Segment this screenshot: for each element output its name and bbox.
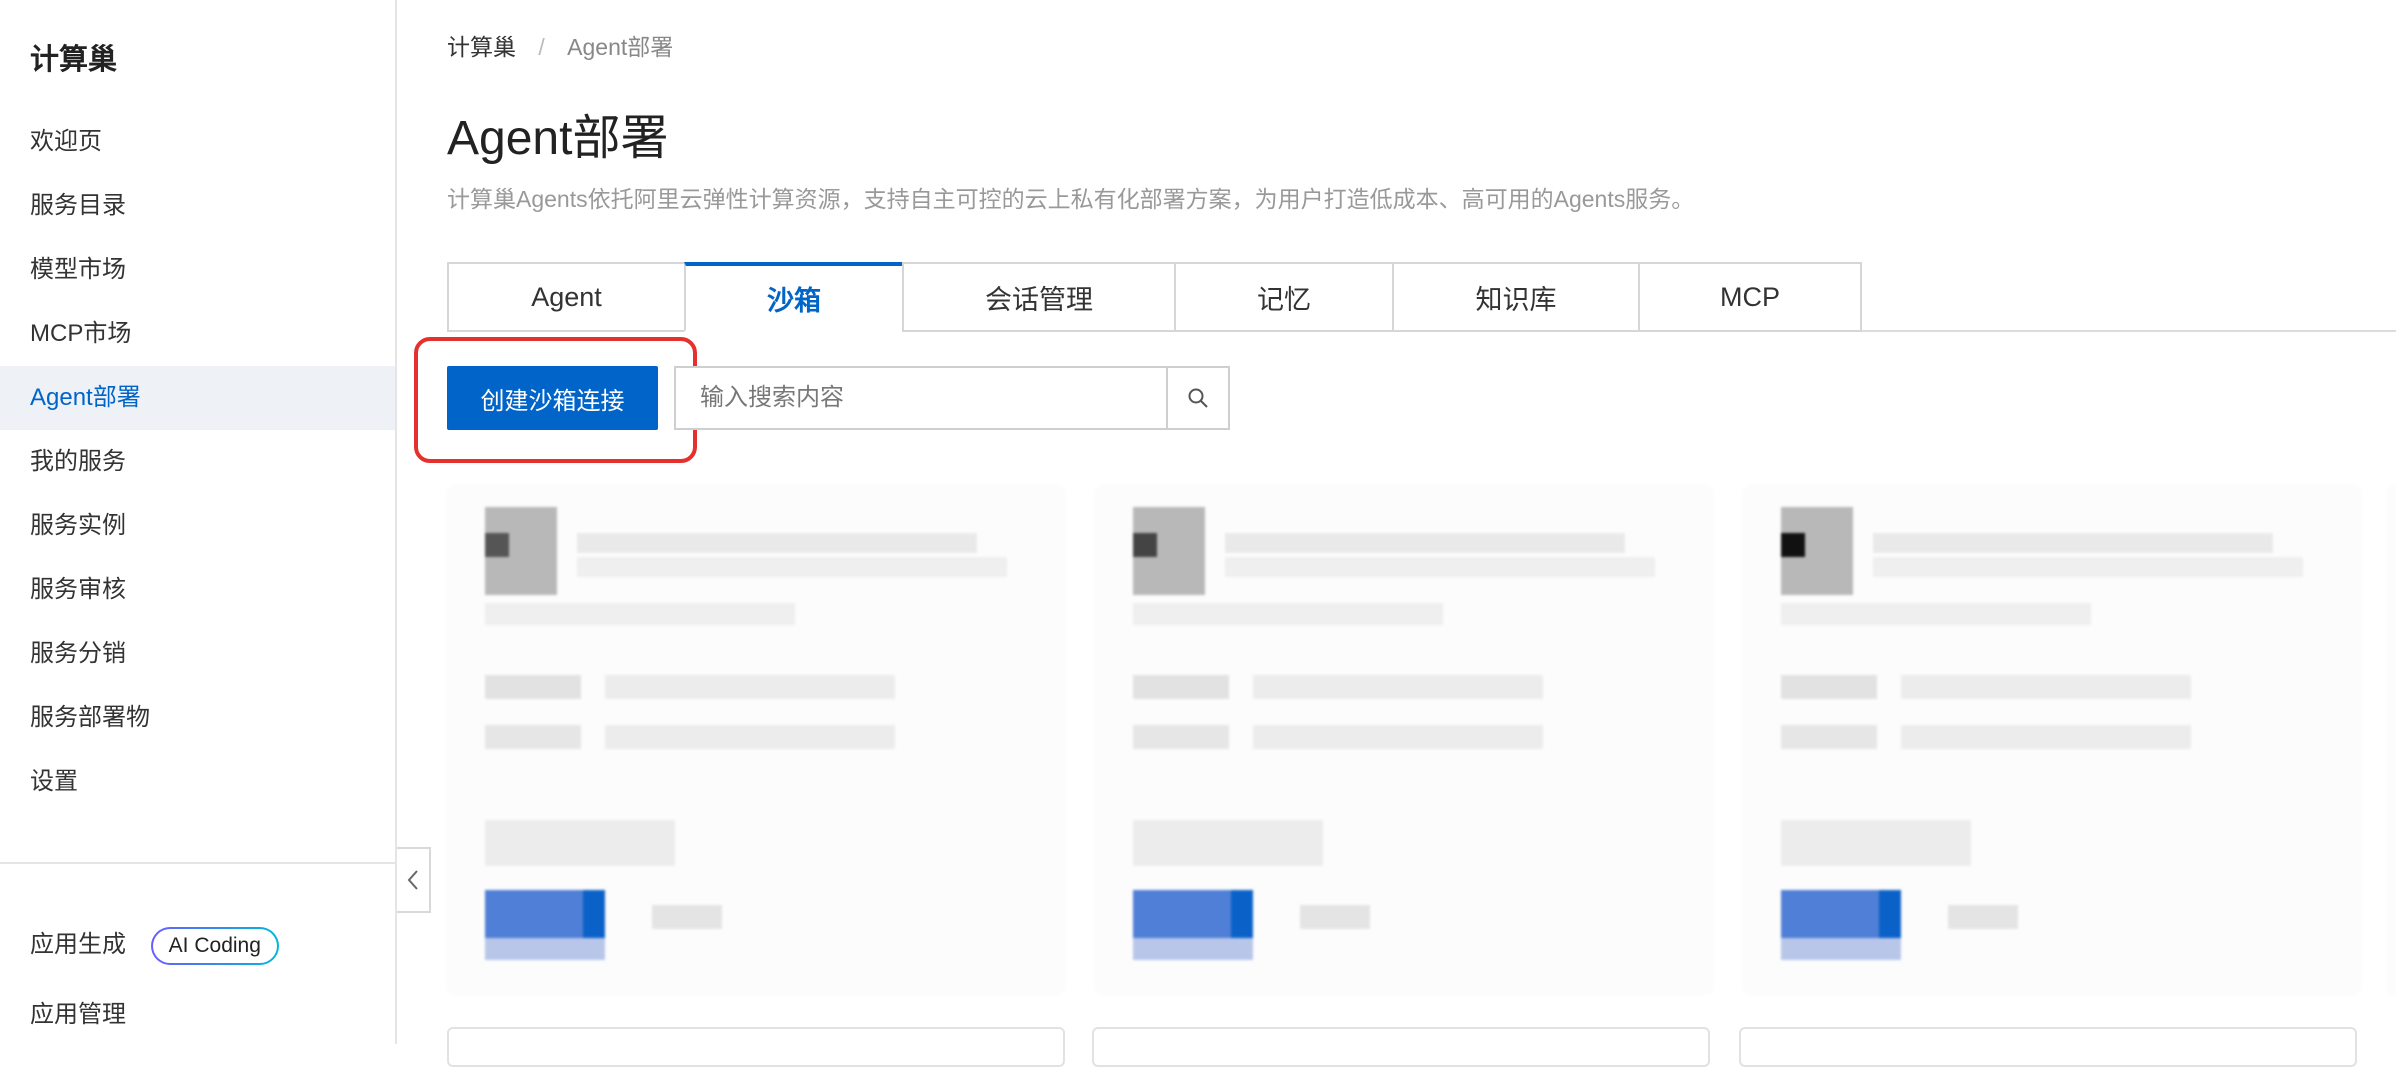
sidebar-item-service-artifacts[interactable]: 服务部署物 <box>0 686 395 750</box>
search-box <box>674 366 1230 430</box>
tab-knowledge-base[interactable]: 知识库 <box>1392 262 1638 332</box>
breadcrumb-separator: / <box>538 34 545 60</box>
sidebar-item-welcome[interactable]: 欢迎页 <box>0 110 395 174</box>
search-input[interactable] <box>676 368 1166 428</box>
sidebar-nav: 欢迎页 服务目录 模型市场 MCP市场 Agent部署 我的服务 服务实例 服务… <box>0 110 395 814</box>
sidebar-item-settings[interactable]: 设置 <box>0 750 395 814</box>
tab-mcp[interactable]: MCP <box>1638 262 1862 332</box>
sandbox-card[interactable] <box>1743 485 2361 995</box>
tab-session-management[interactable]: 会话管理 <box>902 262 1174 332</box>
sidebar-item-service-distribution[interactable]: 服务分销 <box>0 622 395 686</box>
breadcrumb-current: Agent部署 <box>567 34 674 60</box>
breadcrumb: 计算巢 / Agent部署 <box>447 28 673 62</box>
page-description: 计算巢Agents依托阿里云弹性计算资源，支持自主可控的云上私有化部署方案，为用… <box>447 186 1695 212</box>
sandbox-card[interactable] <box>447 1027 1065 1067</box>
tab-bar: Agent 沙箱 会话管理 记忆 知识库 MCP <box>447 262 1862 332</box>
sandbox-card[interactable] <box>1092 1027 1710 1067</box>
search-button[interactable] <box>1166 368 1228 428</box>
sandbox-card[interactable] <box>1739 1027 2357 1067</box>
search-icon <box>1188 388 1208 408</box>
sidebar-item-app-generation[interactable]: 应用生成 AI Coding <box>30 924 279 965</box>
sandbox-card-partial <box>2387 485 2396 995</box>
sidebar-item-mcp-market[interactable]: MCP市场 <box>0 302 395 366</box>
ai-coding-badge[interactable]: AI Coding <box>151 927 279 965</box>
page-title: Agent部署 <box>447 112 669 165</box>
brand-title: 计算巢 <box>30 44 118 76</box>
sandbox-card[interactable] <box>1095 485 1713 995</box>
sidebar-item-agent-deploy[interactable]: Agent部署 <box>0 366 395 430</box>
chevron-left-icon <box>407 870 418 890</box>
sidebar: 计算巢 欢迎页 服务目录 模型市场 MCP市场 Agent部署 我的服务 服务实… <box>0 0 397 1044</box>
tab-memory[interactable]: 记忆 <box>1174 262 1392 332</box>
sidebar-divider <box>0 862 395 864</box>
app-generation-label: 应用生成 <box>30 931 126 958</box>
main-content: 计算巢 / Agent部署 Agent部署 计算巢Agents依托阿里云弹性计算… <box>414 0 2396 1067</box>
sandbox-card[interactable] <box>447 485 1065 995</box>
sidebar-item-model-market[interactable]: 模型市场 <box>0 238 395 302</box>
sidebar-item-my-services[interactable]: 我的服务 <box>0 430 395 494</box>
sidebar-collapse-button[interactable] <box>397 847 431 913</box>
tab-sandbox[interactable]: 沙箱 <box>684 262 902 332</box>
sidebar-item-app-management[interactable]: 应用管理 <box>30 994 126 1029</box>
tab-agent[interactable]: Agent <box>447 262 684 332</box>
sidebar-item-service-instances[interactable]: 服务实例 <box>0 494 395 558</box>
create-sandbox-connection-button[interactable]: 创建沙箱连接 <box>447 366 658 430</box>
sidebar-item-service-review[interactable]: 服务审核 <box>0 558 395 622</box>
sidebar-item-service-catalog[interactable]: 服务目录 <box>0 174 395 238</box>
breadcrumb-root[interactable]: 计算巢 <box>447 34 516 60</box>
